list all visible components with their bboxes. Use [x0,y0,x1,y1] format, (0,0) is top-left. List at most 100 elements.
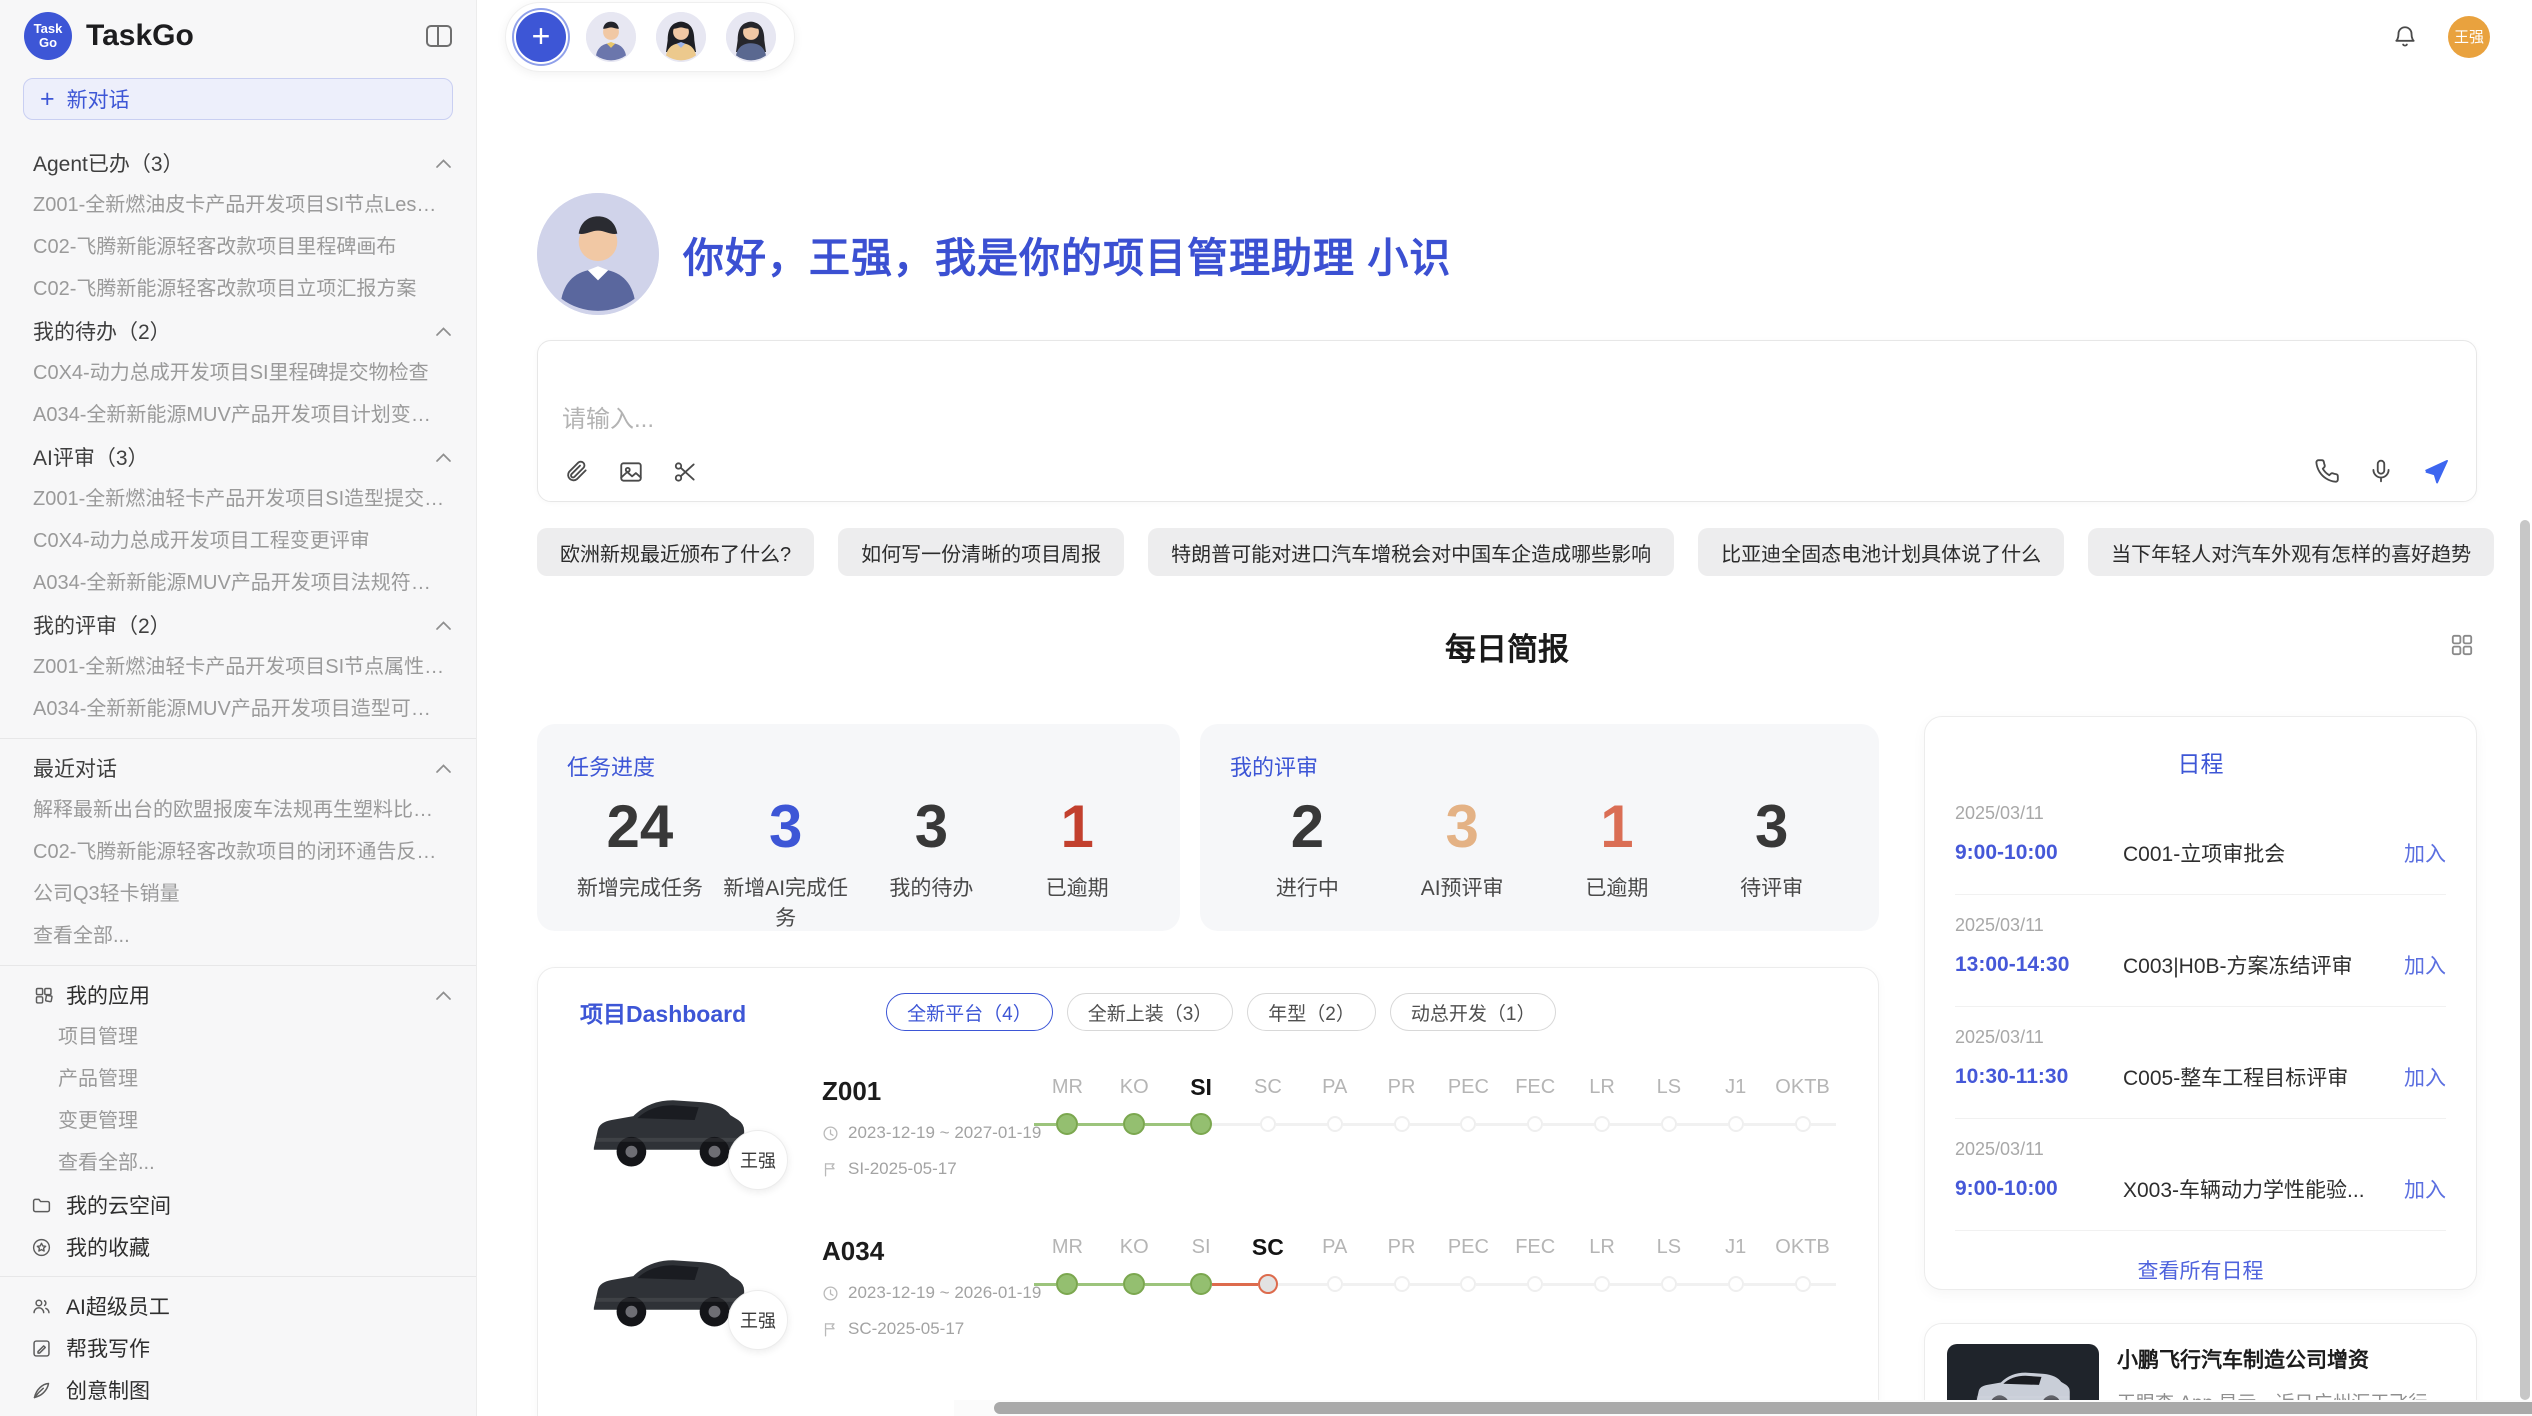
agent-avatar[interactable] [586,12,636,62]
view-all-apps-link[interactable]: 查看全部... [0,1142,476,1184]
sidebar-link-folder[interactable]: 我的云空间 [0,1184,476,1226]
sidebar-item[interactable]: A034-全新新能源MUV产品开发项目法规符合性评审 [0,562,476,604]
sidebar-section-header[interactable]: 最近对话 [0,747,476,789]
layout-grid-icon[interactable] [2449,632,2475,663]
milestone-label: KO [1101,1070,1168,1104]
chevron-up-icon[interactable] [435,763,452,774]
recent-chat-item[interactable]: 解释最新出台的欧盟报废车法规再生塑料比例被调至15%... [0,789,476,831]
vertical-scrollbar-thumb[interactable] [2520,520,2530,1400]
project-row[interactable]: 王强Z0012023-12-19 ~ 2027-01-19SI-2025-05-… [580,1058,1836,1192]
sidebar-section: AI评审（3）Z001-全新燃油轻卡产品开发项目SI造型提交物评审C0X4-动力… [0,436,476,604]
agent-avatar[interactable] [656,12,706,62]
milestone-dot [1123,1273,1145,1295]
recent-chat-item[interactable]: C02-飞腾新能源轻客改款项目的闭环通告反馈情况 [0,831,476,873]
milestone-label: PEC [1435,1070,1502,1104]
sidebar-item[interactable]: C0X4-动力总成开发项目工程变更评审 [0,520,476,562]
metric: 3待评审 [1694,788,1849,902]
sidebar-item[interactable]: C0X4-动力总成开发项目SI里程碑提交物检查 [0,352,476,394]
sidebar-tool-write[interactable]: 帮我写作 [0,1327,476,1369]
schedule-time: 9:00-10:00 [1955,1177,2107,1201]
suggestion-chip[interactable]: 特朗普可能对进口汽车增税会对中国车企造成哪些影响 [1148,528,1674,576]
sidebar-tool-draw[interactable]: 创意制图 [0,1369,476,1411]
chevron-up-icon[interactable] [435,620,452,631]
schedule-name: C001-立项审批会 [2123,838,2404,868]
metric: 1已逾期 [1004,788,1150,932]
milestone: J1 [1702,1230,1769,1304]
user-avatar[interactable]: 王强 [2448,16,2490,58]
schedule-item[interactable]: 2025/03/1110:30-11:30C005-整车工程目标评审加入 [1955,1007,2446,1119]
sidebar-section-header[interactable]: AI评审（3） [0,436,476,478]
sidebar-item[interactable]: C02-飞腾新能源轻客改款项目立项汇报方案 [0,268,476,310]
scissors-icon[interactable] [672,459,698,485]
milestone-label: PR [1368,1230,1435,1264]
join-meeting-link[interactable]: 加入 [2404,950,2446,980]
microphone-icon[interactable] [2368,458,2394,484]
collapse-sidebar-icon[interactable] [426,25,452,47]
clock-icon [822,1125,839,1142]
image-icon[interactable] [618,459,644,485]
milestone-dot [1728,1116,1744,1132]
sidebar-section-header[interactable]: 我的评审（2） [0,604,476,646]
view-all-chats-link[interactable]: 查看全部... [0,915,476,957]
phone-icon[interactable] [2314,458,2340,484]
schedule-time: 9:00-10:00 [1955,841,2107,865]
schedule-item[interactable]: 2025/03/119:00-10:00X003-车辆动力学性能验...加入 [1955,1119,2446,1231]
dashboard-tab[interactable]: 年型（2） [1247,993,1376,1031]
new-chat-button[interactable]: + 新对话 [23,78,453,120]
app-item[interactable]: 变更管理 [0,1100,476,1142]
chevron-up-icon[interactable] [435,990,452,1001]
sidebar-section-header[interactable]: 我的待办（2） [0,310,476,352]
dashboard-tab[interactable]: 动总开发（1） [1390,993,1557,1031]
suggestion-chip[interactable]: 如何写一份清晰的项目周报 [838,528,1124,576]
send-icon[interactable] [2422,457,2450,485]
horizontal-scrollbar-thumb[interactable] [994,1402,2532,1414]
metric-label: 新增AI完成任务 [713,872,859,932]
attachment-icon[interactable] [564,459,590,485]
dashboard-tab[interactable]: 全新平台（4） [886,993,1053,1031]
project-row[interactable]: 王强A0342023-12-19 ~ 2026-01-19SC-2025-05-… [580,1218,1836,1352]
dashboard-tab[interactable]: 全新上装（3） [1067,993,1234,1031]
schedule-item[interactable]: 2025/03/119:00-10:00C001-立项审批会加入 [1955,783,2446,895]
app-item[interactable]: 项目管理 [0,1016,476,1058]
sidebar-section-header[interactable]: Agent已办（3） [0,142,476,184]
join-meeting-link[interactable]: 加入 [2404,838,2446,868]
sidebar-item[interactable]: C02-飞腾新能源轻客改款项目里程碑画布 [0,226,476,268]
chevron-up-icon[interactable] [435,452,452,463]
metric-label: 已逾期 [1540,872,1695,902]
sidebar-header: Task Go TaskGo [0,0,476,72]
notification-bell-icon[interactable] [2392,24,2418,50]
view-all-schedule-link[interactable]: 查看所有日程 [1955,1231,2446,1290]
project-vehicle-image [580,1378,758,1416]
sidebar-section-header[interactable]: 我的应用 [0,974,476,1016]
sidebar: Task Go TaskGo + 新对话 Agent已办（3）Z001-全新燃油… [0,0,477,1416]
sidebar-item[interactable]: A034-全新新能源MUV产品开发项目造型可行性评审 [0,688,476,730]
sidebar-section: 我的评审（2）Z001-全新燃油轻卡产品开发项目SI节点属性5D文件评审A034… [0,604,476,730]
sidebar-item[interactable]: Z001-全新燃油轻卡产品开发项目SI节点属性5D文件评审 [0,646,476,688]
project-list: 王强Z0012023-12-19 ~ 2027-01-19SI-2025-05-… [580,1058,1836,1416]
sidebar-link-star[interactable]: 我的收藏 [0,1226,476,1268]
sidebar-tool-team[interactable]: AI超级员工 [0,1285,476,1327]
message-input[interactable] [538,341,2476,437]
metric-label: 待评审 [1694,872,1849,902]
agent-avatar[interactable] [726,12,776,62]
schedule-item[interactable]: 2025/03/1113:00-14:30C003|H0B-方案冻结评审加入 [1955,895,2446,1007]
stats-row: 任务进度 24新增完成任务3新增AI完成任务3我的待办1已逾期 我的评审 2进行… [537,724,1879,931]
sidebar-item[interactable]: A034-全新新能源MUV产品开发项目计划变更表编写 [0,394,476,436]
join-meeting-link[interactable]: 加入 [2404,1174,2446,1204]
suggestion-chip[interactable]: 当下年轻人对汽车外观有怎样的喜好趋势 [2088,528,2494,576]
metric: 24新增完成任务 [567,788,713,932]
suggestion-chip[interactable]: 比亚迪全固态电池计划具体说了什么 [1698,528,2064,576]
milestone: FEC [1502,1070,1569,1144]
join-meeting-link[interactable]: 加入 [2404,1062,2446,1092]
suggestion-chip[interactable]: 欧洲新规最近颁布了什么? [537,528,814,576]
app-logo: Task Go [24,12,72,60]
recent-chat-item[interactable]: 公司Q3轻卡销量 [0,873,476,915]
milestone-label: OKTB [1769,1230,1836,1264]
add-agent-button[interactable]: + [516,12,566,62]
chevron-up-icon[interactable] [435,326,452,337]
greeting-block: 你好，王强，我是你的项目管理助理 小识 [537,193,2477,315]
chevron-up-icon[interactable] [435,158,452,169]
sidebar-item[interactable]: Z001-全新燃油皮卡产品开发项目SI节点Lesson Learn报告 [0,184,476,226]
app-item[interactable]: 产品管理 [0,1058,476,1100]
sidebar-item[interactable]: Z001-全新燃油轻卡产品开发项目SI造型提交物评审 [0,478,476,520]
